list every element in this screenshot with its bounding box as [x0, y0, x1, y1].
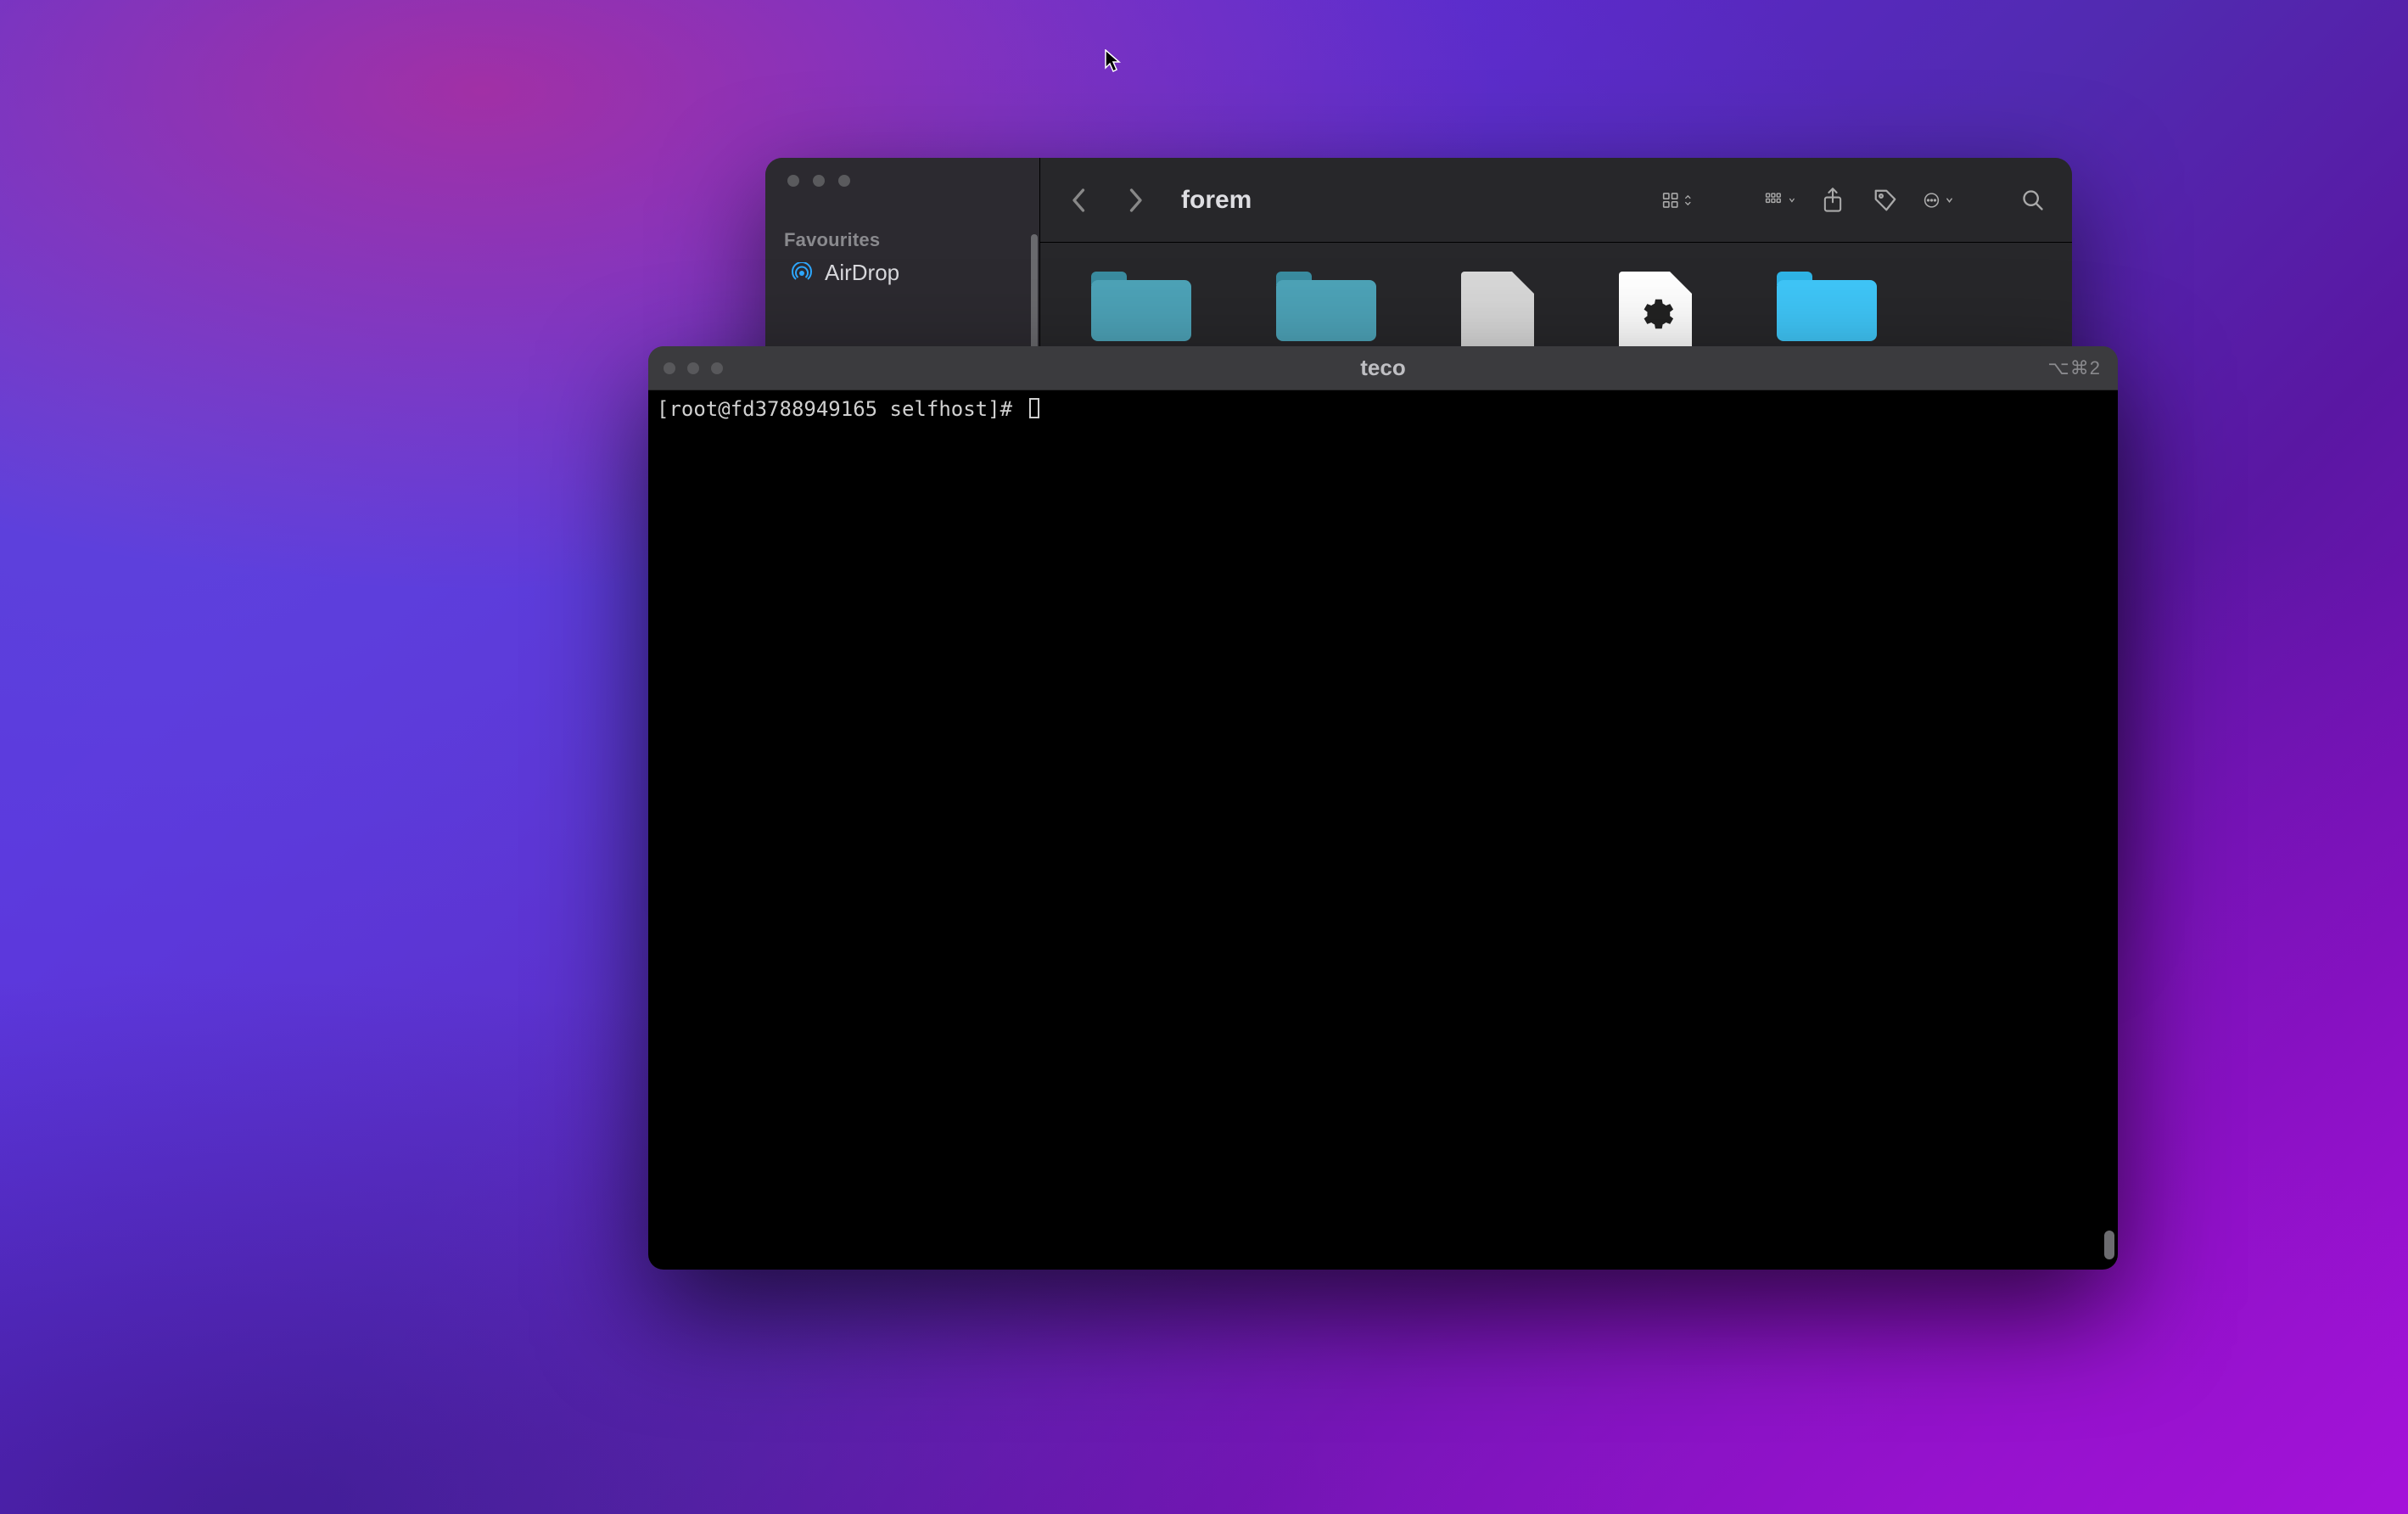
document-icon: [1461, 272, 1534, 356]
terminal-body[interactable]: [root@fd3788949165 selfhost]#: [648, 390, 2118, 1270]
terminal-cursor: [1029, 398, 1039, 418]
terminal-title: teco: [648, 355, 2118, 381]
finder-toolbar: forem: [1040, 158, 2072, 243]
mouse-cursor: [1105, 49, 1122, 73]
zoom-button[interactable]: [711, 362, 723, 374]
close-button[interactable]: [787, 175, 799, 187]
share-button[interactable]: [1817, 185, 1848, 216]
finder-traffic-lights: [765, 158, 1039, 204]
terminal-prompt: [root@fd3788949165 selfhost]#: [657, 397, 1039, 421]
close-button[interactable]: [664, 362, 675, 374]
terminal-pane-indicator: ⌥⌘2: [2047, 357, 2101, 379]
forward-button[interactable]: [1120, 185, 1151, 216]
view-mode-button[interactable]: [1661, 185, 1692, 216]
zoom-button[interactable]: [838, 175, 850, 187]
folder-icon: [1276, 272, 1376, 341]
desktop: Favourites AirDrop: [0, 0, 2408, 1514]
sidebar-item-label: AirDrop: [825, 260, 899, 286]
finder-nav: forem: [1064, 185, 1252, 216]
folder-icon: [1091, 272, 1191, 341]
search-button[interactable]: [2018, 185, 2048, 216]
minimize-button[interactable]: [813, 175, 825, 187]
group-button[interactable]: [1765, 185, 1795, 216]
sidebar-item-airdrop[interactable]: AirDrop: [784, 251, 1022, 294]
back-button[interactable]: [1064, 185, 1095, 216]
minimize-button[interactable]: [687, 362, 699, 374]
airdrop-icon: [791, 262, 813, 284]
terminal-titlebar[interactable]: teco ⌥⌘2: [648, 346, 2118, 390]
prompt-text: [root@fd3788949165 selfhost]#: [657, 397, 1024, 421]
terminal-window[interactable]: teco ⌥⌘2 [root@fd3788949165 selfhost]#: [648, 346, 2118, 1270]
actions-button[interactable]: [1923, 185, 1953, 216]
sidebar-section-favourites: Favourites AirDrop: [765, 204, 1039, 294]
terminal-traffic-lights: [664, 362, 723, 374]
tags-button[interactable]: [1870, 185, 1901, 216]
folder-icon: [1777, 272, 1877, 341]
terminal-scrollbar[interactable]: [2104, 1231, 2114, 1259]
sidebar-heading: Favourites: [784, 229, 1022, 251]
config-file-icon: [1619, 272, 1692, 356]
finder-title: forem: [1181, 186, 1252, 215]
